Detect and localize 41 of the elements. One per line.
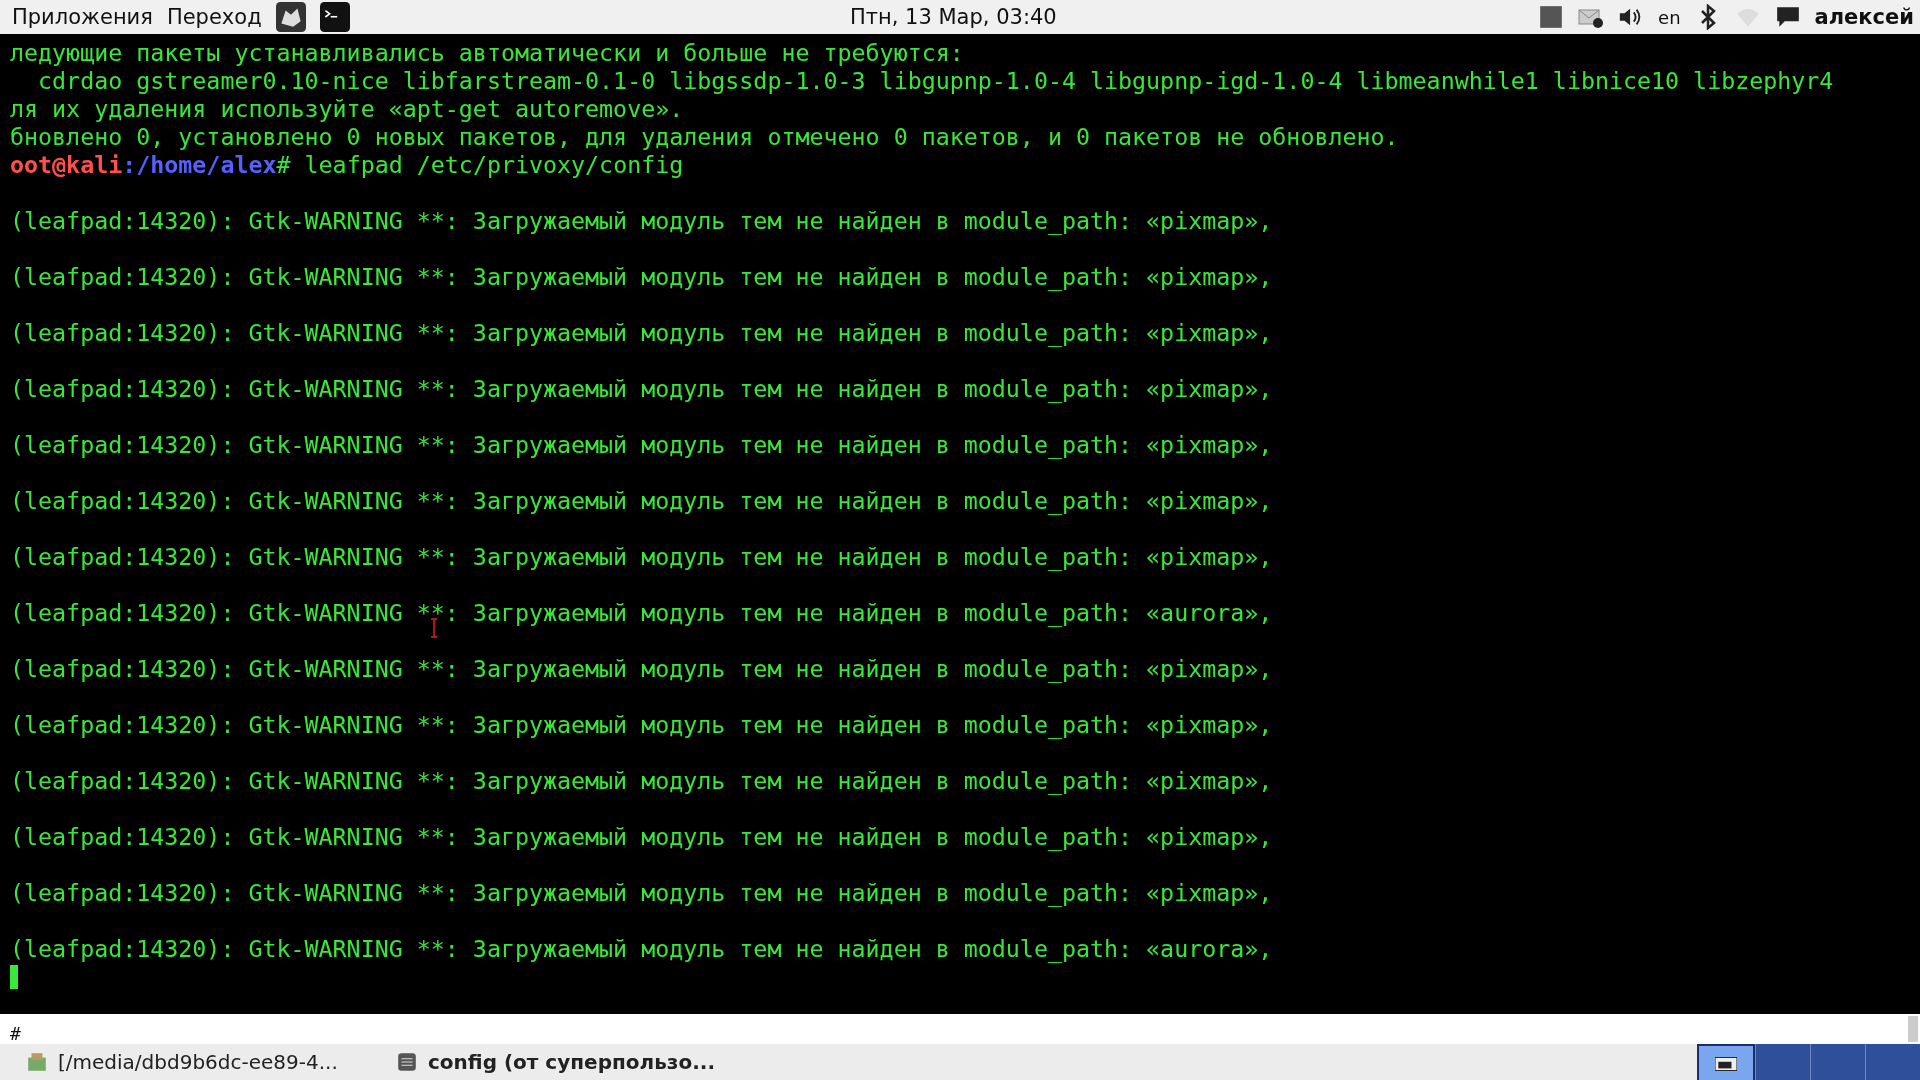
workspace-switcher-cell[interactable] xyxy=(1810,1044,1865,1080)
square-icon[interactable] xyxy=(1538,4,1565,30)
workspace-switcher-cell[interactable] xyxy=(1755,1044,1810,1080)
terminal-line: (leafpad:14320): Gtk-WARNING **: Загружаемый модуль тем не найден в module_path: «pixmap», xyxy=(10,655,1274,683)
terminal-line: (leafpad:14320): Gtk-WARNING **: Загружаемый модуль тем не найден в module_path: «pixmap», xyxy=(10,879,1274,907)
terminal-line: (leafpad:14320): Gtk-WARNING **: Загружаемый модуль тем не найден в module_path: «pixmap», xyxy=(10,263,1274,291)
terminal-line: (leafpad:14320): Gtk-WARNING **: Загружаемый модуль тем не найден в module_path: «pixmap», xyxy=(10,543,1274,571)
terminal-line: (leafpad:14320): Gtk-WARNING **: Загружаемый модуль тем не найден в module_path: «aurora», xyxy=(10,599,1274,627)
panel-menu[interactable]: Приложения xyxy=(12,5,153,29)
terminal-line: (leafpad:14320): Gtk-WARNING **: Загружаемый модуль тем не найден в module_path: «pixmap», xyxy=(10,823,1274,851)
text-cursor xyxy=(10,965,18,989)
keyboard-layout[interactable]: en xyxy=(1658,6,1681,28)
panel-menu[interactable]: Переход xyxy=(166,5,262,29)
text-document-icon xyxy=(396,1051,418,1073)
scrollbar[interactable] xyxy=(1908,1016,1918,1042)
taskbar-task[interactable]: config (от суперпользо... xyxy=(396,1045,715,1079)
prompt-path: :/home/alex xyxy=(122,151,277,178)
terminal-launcher-icon[interactable] xyxy=(319,2,350,32)
terminal-line: ля их удаления используйте «apt-get autoremove». xyxy=(10,95,685,123)
panel-clock[interactable]: Птн, 13 Мар, 03:40 xyxy=(850,5,1057,29)
user-name[interactable]: алексей xyxy=(1814,5,1914,29)
workspace-switcher-cell[interactable] xyxy=(1865,1044,1920,1080)
terminal-line: (leafpad:14320): Gtk-WARNING **: Загружаемый модуль тем не найден в module_path: «pixmap», xyxy=(10,767,1274,795)
terminal-line: (leafpad:14320): Gtk-WARNING **: Загружаемый модуль тем не найден в module_path: «pixmap», xyxy=(10,431,1274,459)
terminal-line: бновлено 0, установлено 0 новых пакетов, для удаления отмечено 0 пакетов, и 0 пакетов не обновлено. xyxy=(10,123,1400,151)
files-icon xyxy=(26,1051,48,1073)
taskbar-task[interactable]: [/media/dbd9b6dc-ee89-4... xyxy=(26,1045,396,1079)
terminal-line: (leafpad:14320): Gtk-WARNING **: Загружаемый модуль тем не найден в module_path: «aurora», xyxy=(10,935,1274,963)
chat-bubble-icon[interactable] xyxy=(1774,4,1801,30)
terminal-line: (leafpad:14320): Gtk-WARNING **: Загружаемый модуль тем не найден в module_path: «pixmap», xyxy=(10,207,1274,235)
prompt-user: oot@kali xyxy=(10,151,123,178)
terminal-line: ледующие пакеты устанавливались автоматически и больше не требуются: xyxy=(10,39,965,67)
window-thumbnail-icon xyxy=(1715,1057,1737,1071)
terminal-line: cdrdao gstreamer0.10-nice libfarstream-0.1-0 libgssdp-1.0-3 libgupnp-1.0-4 libgupnp-igd-1.0-4 libmeanwhile1 libnice10 libzephyr4 xyxy=(37,67,1835,95)
terminal-line: (leafpad:14320): Gtk-WARNING **: Загружаемый модуль тем не найден в module_path: «pixmap», xyxy=(10,711,1274,739)
editor-line: # xyxy=(10,1024,21,1044)
prompt-command: # leafpad /etc/privoxy/config xyxy=(276,151,684,178)
terminal-line: (leafpad:14320): Gtk-WARNING **: Загружаемый модуль тем не найден в module_path: «pixmap», xyxy=(10,319,1274,347)
terminal-line: (leafpad:14320): Gtk-WARNING **: Загружаемый модуль тем не найден в module_path: «pixmap», xyxy=(10,487,1274,515)
workspace-switcher-cell[interactable] xyxy=(1697,1044,1755,1080)
terminal-line: (leafpad:14320): Gtk-WARNING **: Загружаемый модуль тем не найден в module_path: «pixmap», xyxy=(10,375,1274,403)
